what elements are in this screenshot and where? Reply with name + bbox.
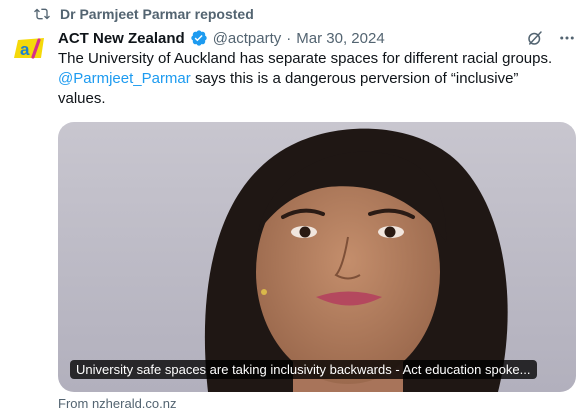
post-text-line-2-rest: says this is a dangerous perversion of “… [190, 70, 519, 87]
repost-label: Dr Parmjeet Parmar reposted [60, 6, 254, 22]
author-handle[interactable]: @actparty [213, 30, 282, 47]
verified-badge-icon[interactable] [190, 29, 208, 47]
grok-icon[interactable] [526, 29, 544, 47]
link-card[interactable]: University safe spaces are taking inclus… [58, 122, 576, 392]
post-text: The University of Auckland has separate … [58, 49, 578, 109]
mention-link[interactable]: @Parmjeet_Parmar [58, 70, 191, 87]
more-icon[interactable] [558, 29, 576, 47]
svg-text:a: a [20, 40, 30, 59]
author-display-name[interactable]: ACT New Zealand [58, 30, 185, 47]
repost-context[interactable]: Dr Parmjeet Parmar reposted [34, 5, 254, 23]
card-source[interactable]: From nzherald.co.nz [58, 396, 177, 411]
post-text-line-1: The University of Auckland has separate … [58, 50, 553, 67]
post-actions [526, 29, 576, 47]
post-header: ACT New Zealand @actparty · Mar 30, 2024 [58, 27, 576, 49]
act-logo-avatar[interactable]: a [14, 36, 44, 60]
card-title-overlay: University safe spaces are taking inclus… [70, 360, 537, 379]
post-date[interactable]: Mar 30, 2024 [296, 30, 384, 47]
card-photo [204, 128, 508, 392]
separator-dot: · [286, 29, 292, 47]
post-text-line-3: values. [58, 90, 106, 107]
repost-icon [34, 8, 50, 20]
post-text-line-2: @Parmjeet_Parmar says this is a dangerou… [58, 69, 578, 89]
